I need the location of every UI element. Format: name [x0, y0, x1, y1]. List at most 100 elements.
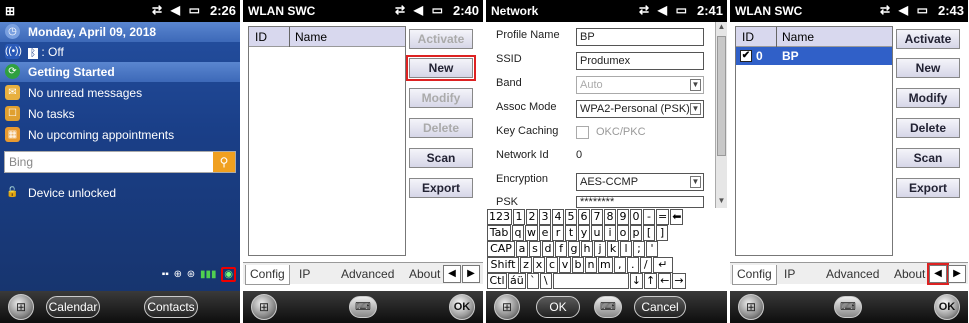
key[interactable]: t [565, 225, 577, 241]
ssid-field[interactable]: Produmex [576, 52, 704, 70]
key[interactable]: l [620, 241, 632, 257]
volume-icon[interactable]: ◀ [658, 3, 667, 17]
start-button[interactable]: ⊞ [8, 294, 34, 320]
key-caching-checkbox[interactable] [576, 126, 589, 139]
dropdown-arrow-icon[interactable]: ▼ [690, 79, 701, 91]
key[interactable]: h [581, 241, 593, 257]
key[interactable]: 3 [539, 209, 551, 225]
ok-button[interactable]: OK [934, 294, 960, 320]
left-arrow-key[interactable]: ← [658, 273, 672, 289]
key[interactable]: = [656, 209, 670, 225]
scroll-down-icon[interactable]: ▼ [716, 196, 727, 208]
tab-scroll-right-icon[interactable]: ▶ [948, 265, 966, 283]
getting-started-row[interactable]: ⟳ Getting Started [0, 62, 240, 82]
key-123[interactable]: 123 [487, 209, 512, 225]
enter-key[interactable]: ↵ [652, 257, 673, 273]
clock[interactable]: 2:43 [938, 3, 964, 18]
key[interactable]: w [525, 225, 538, 241]
scan-button[interactable]: Scan [896, 148, 960, 168]
form-scrollbar[interactable]: ▲ ▼ [715, 22, 727, 208]
band-select[interactable]: Auto ▼ [576, 76, 704, 94]
key[interactable]: 8 [604, 209, 616, 225]
key[interactable]: 6 [578, 209, 590, 225]
key[interactable]: , [613, 257, 626, 273]
connectivity-icon[interactable]: ⇄ [880, 3, 890, 17]
key[interactable]: s [529, 241, 541, 257]
key[interactable]: 1 [513, 209, 525, 225]
export-button[interactable]: Export [409, 178, 473, 198]
tray-network-icon[interactable]: ⊕ [174, 269, 182, 280]
key[interactable]: o [617, 225, 629, 241]
keyboard-icon[interactable]: ⌨ [594, 296, 622, 318]
tasks-row[interactable]: ☐ No tasks [0, 104, 240, 124]
keyboard-icon[interactable]: ⌨ [834, 296, 862, 318]
tab-config[interactable]: Config [732, 265, 777, 285]
start-flag-icon[interactable]: ⊞ [5, 4, 15, 18]
tab-key[interactable]: Tab [487, 225, 511, 241]
tab-about[interactable]: About [890, 265, 929, 285]
key[interactable]: / [639, 257, 652, 273]
dropdown-arrow-icon[interactable]: ▼ [690, 176, 701, 188]
scan-button[interactable]: Scan [409, 148, 473, 168]
caps-key[interactable]: CAP [487, 241, 515, 257]
dropdown-arrow-icon[interactable]: ▼ [690, 103, 701, 115]
key[interactable]: 5 [565, 209, 577, 225]
tab-advanced[interactable]: Advanced [822, 265, 883, 285]
clock[interactable]: 2:26 [210, 3, 236, 18]
key[interactable]: 7 [591, 209, 603, 225]
psk-field[interactable]: ******** [576, 196, 704, 208]
key[interactable]: b [572, 257, 584, 273]
key[interactable]: 9 [617, 209, 629, 225]
key[interactable]: ] [656, 225, 668, 241]
bluetooth-row[interactable]: ((•)) ᛒ : Off [0, 42, 240, 62]
up-arrow-key[interactable]: ↑ [643, 273, 658, 289]
profile-name-field[interactable]: BP [576, 28, 704, 46]
column-name[interactable]: Name [782, 30, 814, 44]
scroll-up-icon[interactable]: ▲ [716, 22, 727, 34]
search-icon[interactable]: ⚲ [213, 152, 235, 172]
start-button[interactable]: ⊞ [494, 294, 520, 320]
connectivity-icon[interactable]: ⇄ [639, 3, 649, 17]
clock[interactable]: 2:41 [697, 3, 723, 18]
profile-checkbox[interactable]: ✔ [740, 50, 752, 62]
battery-icon[interactable]: ▭ [189, 3, 200, 17]
key[interactable]: ; [633, 241, 645, 257]
modify-button[interactable]: Modify [896, 88, 960, 108]
key[interactable]: y [578, 225, 590, 241]
key[interactable]: . [626, 257, 639, 273]
new-button[interactable]: New [896, 58, 960, 78]
export-button[interactable]: Export [896, 178, 960, 198]
key[interactable]: i [604, 225, 616, 241]
activate-button[interactable]: Activate [409, 29, 473, 49]
ok-button[interactable]: OK [449, 294, 475, 320]
right-arrow-key[interactable]: → [672, 273, 686, 289]
start-button[interactable]: ⊞ [738, 294, 764, 320]
search-input[interactable]: Bing [9, 155, 33, 169]
key[interactable]: d [542, 241, 554, 257]
ctl-key[interactable]: Ctl [487, 273, 507, 289]
volume-icon[interactable]: ◀ [414, 3, 423, 17]
scroll-thumb[interactable] [717, 36, 726, 156]
tray-app-icon[interactable]: ▪▪ [162, 269, 169, 280]
connectivity-icon[interactable]: ⇄ [395, 3, 405, 17]
modify-button[interactable]: Modify [409, 88, 473, 108]
battery-icon[interactable]: ▭ [917, 3, 928, 17]
key[interactable]: j [594, 241, 606, 257]
column-id[interactable]: ID [255, 30, 267, 44]
column-name[interactable]: Name [295, 30, 327, 44]
contacts-softkey[interactable]: Contacts [144, 296, 198, 318]
key[interactable]: r [552, 225, 564, 241]
volume-icon[interactable]: ◀ [171, 3, 180, 17]
bing-search-box[interactable]: Bing ⚲ [4, 151, 236, 173]
key[interactable]: q [512, 225, 524, 241]
wlan-tray-icon[interactable]: ◉ [221, 267, 236, 282]
key[interactable]: u [591, 225, 603, 241]
key[interactable]: c [546, 257, 558, 273]
profile-list[interactable]: ID Name ✔ 0 BP [735, 26, 893, 256]
tab-config[interactable]: Config [245, 265, 290, 285]
key[interactable]: z [520, 257, 532, 273]
connectivity-icon[interactable]: ⇄ [152, 3, 162, 17]
backspace-key[interactable]: ⬅ [670, 209, 684, 225]
table-row[interactable]: ✔ 0 BP [736, 47, 892, 65]
key[interactable]: - [643, 209, 655, 225]
